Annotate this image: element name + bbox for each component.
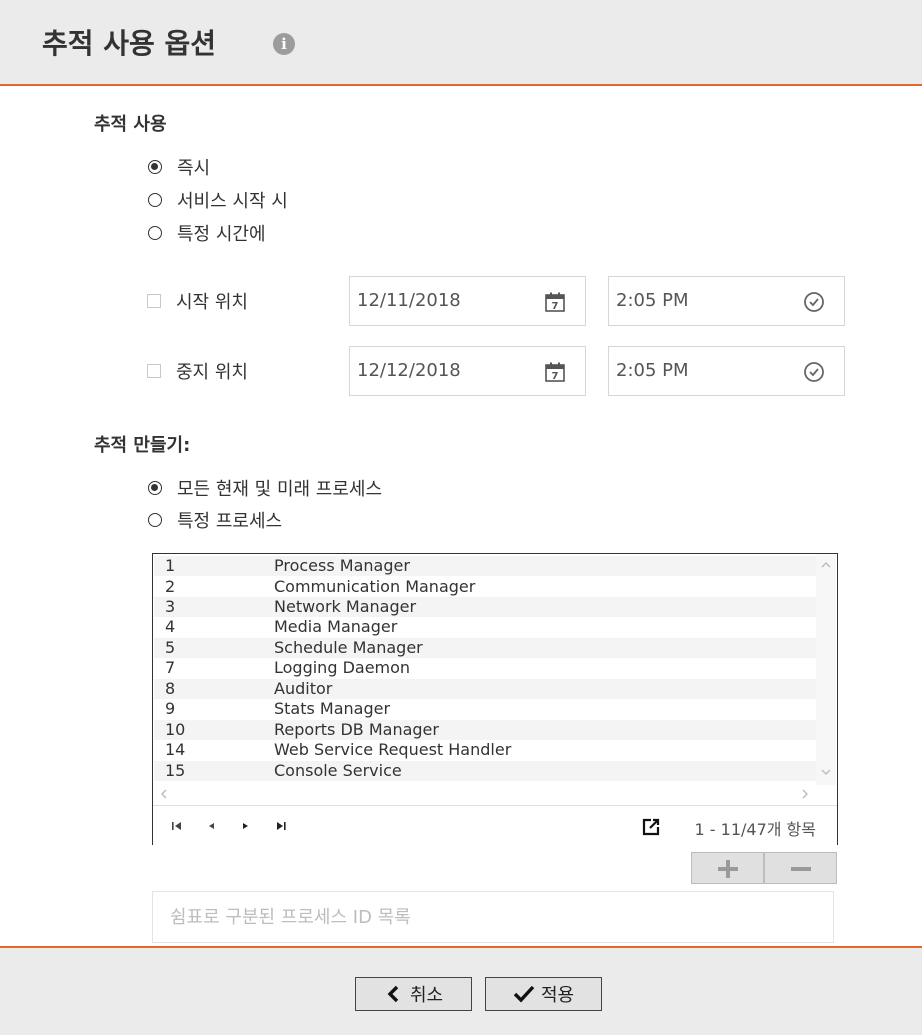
table-row[interactable]: 14 Web Service Request Handler (154, 740, 816, 760)
process-id: 4 (165, 617, 176, 636)
process-id: 9 (165, 699, 176, 718)
start-at-row[interactable]: 시작 위치 (147, 289, 248, 313)
table-row[interactable]: 2 Communication Manager (154, 577, 816, 597)
info-icon[interactable]: i (273, 33, 295, 55)
process-id: 15 (165, 761, 186, 780)
last-page-icon[interactable] (273, 818, 289, 834)
minus-icon (791, 867, 811, 871)
table-pager: 1 - 11/47개 항목 (153, 805, 837, 846)
start-date-field[interactable]: 12/11/2018 7 (349, 276, 586, 326)
radio-label: 즉시 (177, 158, 211, 179)
process-name: Web Service Request Handler (274, 740, 512, 759)
radio-on-service-start[interactable]: 서비스 시작 시 (148, 189, 288, 212)
horizontal-scrollbar[interactable] (154, 784, 816, 804)
clock-check-icon[interactable] (803, 291, 825, 313)
calendar-icon[interactable]: 7 (544, 291, 566, 313)
process-id: 7 (165, 658, 176, 677)
chevron-left-icon (387, 985, 399, 1003)
radio-button[interactable] (148, 513, 162, 527)
process-id: 14 (165, 740, 186, 759)
table-row[interactable]: 1 Process Manager (154, 556, 816, 576)
process-id: 5 (165, 638, 176, 657)
scroll-up-icon[interactable] (821, 561, 831, 568)
calendar-icon[interactable]: 7 (544, 361, 566, 383)
table-row[interactable]: 7 Logging Daemon (154, 658, 816, 678)
process-table: 1 Process Manager 2 Communication Manage… (152, 553, 838, 846)
radio-label: 특정 프로세스 (177, 511, 283, 532)
process-name: Stats Manager (274, 699, 391, 718)
radio-at-specific-time[interactable]: 특정 시간에 (148, 222, 266, 245)
radio-label: 모든 현재 및 미래 프로세스 (177, 479, 383, 500)
process-name: Schedule Manager (274, 638, 423, 657)
process-id: 2 (165, 577, 176, 596)
scroll-right-icon[interactable] (802, 789, 809, 799)
stop-at-checkbox[interactable] (147, 364, 161, 378)
svg-text:7: 7 (552, 371, 559, 382)
process-id: 10 (165, 720, 186, 739)
radio-button[interactable] (148, 193, 162, 207)
radio-button[interactable] (148, 226, 162, 240)
process-id: 3 (165, 597, 176, 616)
process-name: Reports DB Manager (274, 720, 439, 739)
radio-immediately[interactable]: 즉시 (148, 156, 211, 179)
external-link-icon[interactable] (641, 817, 661, 837)
process-name: Logging Daemon (274, 658, 411, 677)
scroll-down-icon[interactable] (821, 769, 831, 776)
cancel-label: 취소 (409, 985, 444, 1006)
start-time-field[interactable]: 2:05 PM (608, 276, 845, 326)
stop-date-value: 12/12/2018 (357, 360, 461, 381)
start-at-checkbox[interactable] (147, 294, 161, 308)
radio-button[interactable] (148, 481, 162, 495)
vertical-scrollbar[interactable] (816, 555, 836, 785)
start-date-value: 12/11/2018 (357, 290, 461, 311)
scroll-left-icon[interactable] (160, 789, 167, 799)
process-name: Media Manager (274, 617, 398, 636)
cancel-button[interactable]: 취소 (355, 977, 472, 1011)
svg-text:7: 7 (552, 301, 559, 312)
radio-label: 특정 시간에 (177, 224, 266, 245)
pager-count: 1 - 11/47개 항목 (694, 820, 816, 839)
stop-time-value: 2:05 PM (616, 360, 689, 381)
remove-process-button[interactable] (764, 852, 837, 884)
table-row[interactable]: 15 Console Service (154, 761, 816, 781)
process-name: Auditor (274, 679, 333, 698)
previous-page-icon[interactable] (203, 818, 219, 834)
stop-at-row[interactable]: 중지 위치 (147, 359, 248, 383)
dialog-footer: 취소 적용 (0, 946, 922, 1035)
page-title: 추적 사용 옵션 (42, 27, 217, 60)
process-id: 8 (165, 679, 176, 698)
checkmark-icon (513, 985, 535, 1003)
apply-label: 적용 (540, 985, 575, 1006)
plus-icon (718, 860, 738, 878)
stop-at-label: 중지 위치 (176, 362, 248, 383)
start-time-value: 2:05 PM (616, 290, 689, 311)
table-row[interactable]: 8 Auditor (154, 679, 816, 699)
first-page-icon[interactable] (169, 818, 185, 834)
process-name: Communication Manager (274, 577, 476, 596)
process-name: Console Service (274, 761, 402, 780)
process-name: Process Manager (274, 556, 410, 575)
table-row[interactable]: 9 Stats Manager (154, 699, 816, 719)
stop-time-field[interactable]: 2:05 PM (608, 346, 845, 396)
radio-label: 서비스 시작 시 (177, 191, 288, 212)
next-page-icon[interactable] (238, 818, 254, 834)
stop-date-field[interactable]: 12/12/2018 7 (349, 346, 586, 396)
radio-button[interactable] (148, 160, 162, 174)
table-row[interactable]: 3 Network Manager (154, 597, 816, 617)
radio-specific-processes[interactable]: 특정 프로세스 (148, 509, 283, 532)
table-row[interactable]: 4 Media Manager (154, 617, 816, 637)
add-process-button[interactable] (691, 852, 764, 884)
process-name: Network Manager (274, 597, 417, 616)
process-id: 1 (165, 556, 176, 575)
clock-check-icon[interactable] (803, 361, 825, 383)
create-trace-label: 추적 만들기: (94, 435, 191, 456)
radio-all-processes[interactable]: 모든 현재 및 미래 프로세스 (148, 477, 383, 500)
apply-button[interactable]: 적용 (485, 977, 602, 1011)
enable-trace-label: 추적 사용 (94, 114, 167, 135)
table-row[interactable]: 5 Schedule Manager (154, 638, 816, 658)
dialog-header: 추적 사용 옵션 i (0, 0, 922, 86)
table-row[interactable]: 10 Reports DB Manager (154, 720, 816, 740)
start-at-label: 시작 위치 (176, 292, 248, 313)
process-id-input[interactable] (152, 891, 834, 943)
